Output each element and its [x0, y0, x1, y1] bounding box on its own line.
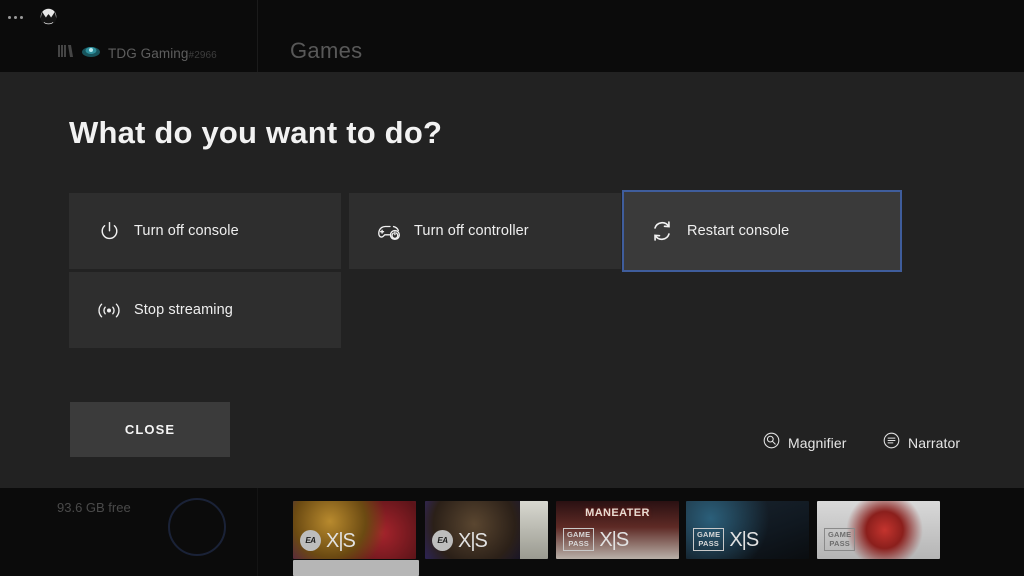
loading-ring-icon: [168, 498, 226, 556]
power-options-dialog: What do you want to do? Turn off console: [0, 72, 1024, 488]
top-bar-divider: [257, 0, 258, 72]
game-pass-badge: GAME PASS: [563, 528, 595, 551]
restart-console-button[interactable]: Restart console: [622, 190, 902, 272]
narrator-button[interactable]: Narrator: [883, 432, 960, 454]
tile-title: MANEATER: [585, 507, 650, 519]
gamepad-power-icon: [376, 221, 402, 242]
xbox-series-badge: X|S: [599, 528, 629, 551]
option-label: Turn off controller: [414, 223, 529, 239]
list-item[interactable]: [293, 560, 419, 576]
option-label: Turn off console: [134, 223, 239, 239]
list-item[interactable]: GAME PASS: [817, 501, 940, 559]
dashboard-top-bar: TDG Gaming#2966 Games: [0, 0, 1024, 72]
ea-badge: EA: [300, 530, 321, 551]
narrator-label: Narrator: [908, 435, 961, 451]
broadcast-icon: [96, 302, 122, 319]
cloud-icon: [81, 44, 101, 63]
close-button-label: CLOSE: [124, 422, 176, 437]
game-pass-badge: GAME PASS: [824, 528, 856, 551]
storage-free-label: 93.6 GB free: [57, 500, 131, 515]
xbox-series-badge: X|S: [729, 528, 759, 551]
stop-streaming-button[interactable]: Stop streaming: [69, 272, 341, 348]
magnifier-button[interactable]: Magnifier: [763, 432, 846, 454]
turn-off-console-button[interactable]: Turn off console: [69, 193, 341, 269]
profile-gamertag-area[interactable]: TDG Gaming#2966: [58, 44, 217, 63]
narrator-icon: [883, 432, 900, 454]
xbox-series-badge: X|S: [326, 529, 356, 552]
power-icon: [96, 220, 122, 243]
magnifier-label: Magnifier: [788, 435, 847, 451]
section-title-games: Games: [290, 38, 363, 63]
ea-badge: EA: [432, 530, 453, 551]
list-item[interactable]: EA X|S: [425, 501, 548, 559]
xbox-logo-icon[interactable]: [40, 8, 57, 25]
gamertag-number: #2966: [188, 50, 217, 61]
turn-off-controller-button[interactable]: Turn off controller: [349, 193, 621, 269]
restart-icon: [649, 219, 675, 243]
option-label: Restart console: [687, 223, 790, 239]
page-title: What do you want to do?: [69, 115, 443, 150]
xbox-series-badge: X|S: [458, 529, 488, 552]
gamertag-label: TDG Gaming#2966: [108, 46, 217, 61]
magnifier-icon: [763, 432, 780, 454]
game-pass-badge: GAME PASS: [693, 528, 725, 551]
content-divider: [257, 488, 258, 576]
option-label: Stop streaming: [134, 302, 233, 318]
list-item[interactable]: EA X|S: [293, 501, 416, 559]
xbox-guide-screen: TDG Gaming#2966 Games 93.6 GB free EA X|…: [0, 0, 1024, 576]
list-item[interactable]: MANEATER GAME PASS X|S: [556, 501, 679, 559]
close-button[interactable]: CLOSE: [70, 402, 230, 457]
list-item[interactable]: GAME PASS X|S: [686, 501, 809, 559]
library-icon: [58, 44, 74, 63]
ellipsis-icon[interactable]: [8, 10, 28, 24]
